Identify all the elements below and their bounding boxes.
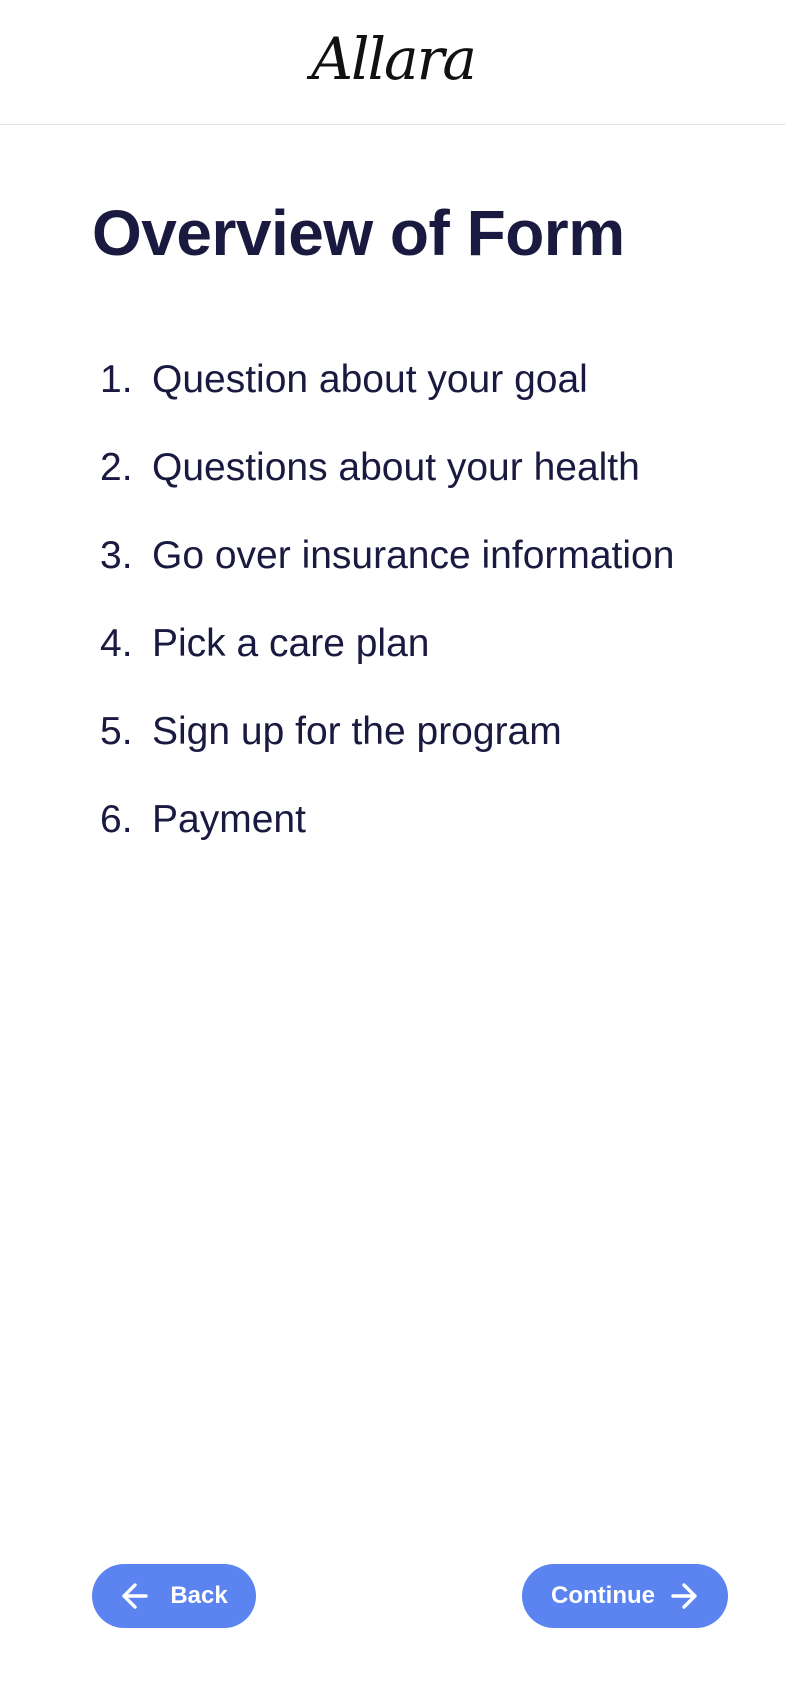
step-number: 4. [100,622,133,665]
continue-button[interactable]: Continue [522,1564,728,1628]
step-number: 1. [100,358,133,401]
arrow-left-icon [120,1581,150,1611]
back-button[interactable]: Back [92,1564,256,1628]
step-label: Go over insurance information [152,534,675,577]
steps-list: 1. Question about your goal 2. Questions… [100,356,720,884]
list-item: 3. Go over insurance information [100,532,720,579]
step-number: 3. [100,534,133,577]
app-header: Allara [0,0,786,125]
arrow-right-icon [669,1581,699,1611]
step-number: 6. [100,798,133,841]
list-item: 2. Questions about your health [100,444,720,491]
list-item: 1. Question about your goal [100,356,720,403]
step-number: 2. [100,446,133,489]
step-label: Pick a care plan [152,622,430,665]
step-label: Question about your goal [152,358,588,401]
back-button-label: Back [170,1582,228,1609]
step-label: Questions about your health [152,446,640,489]
step-label: Sign up for the program [152,710,562,753]
continue-button-label: Continue [551,1582,655,1609]
list-item: 4. Pick a care plan [100,620,720,667]
allara-logo: Allara [311,25,477,93]
step-number: 5. [100,710,133,753]
list-item: 6. Payment [100,796,720,843]
step-label: Payment [152,798,306,841]
page-title: Overview of Form [92,197,625,269]
list-item: 5. Sign up for the program [100,708,720,755]
